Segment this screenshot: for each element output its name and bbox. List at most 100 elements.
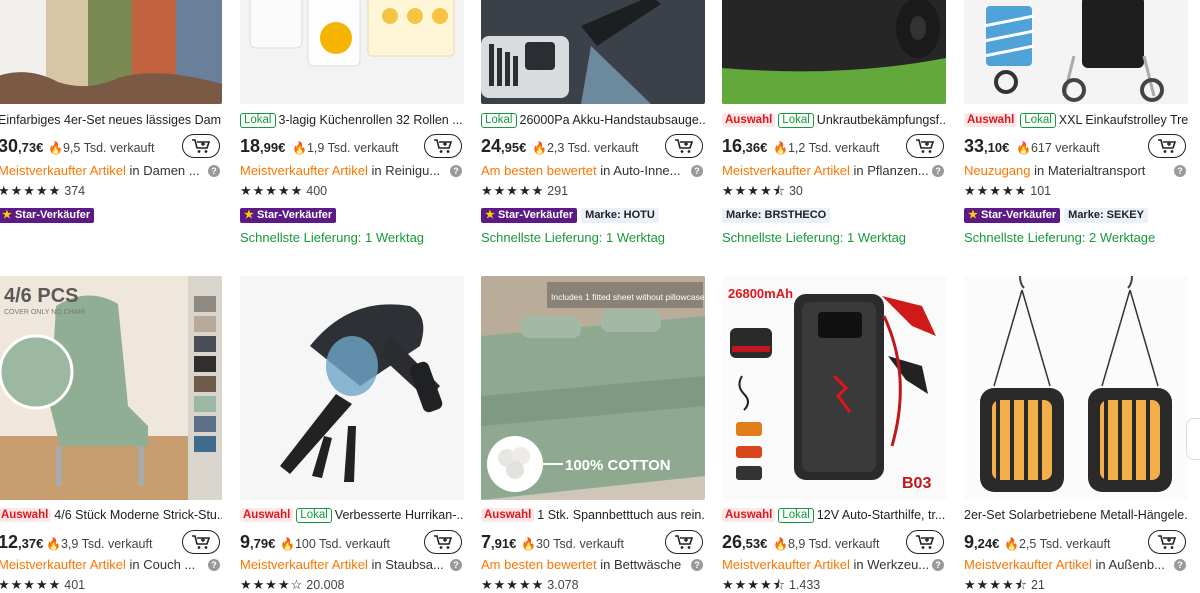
sold-count: 🔥8,9 Tsd. verkauft	[773, 537, 880, 551]
product-image[interactable]	[0, 0, 222, 104]
cart-icon	[434, 139, 453, 153]
image-text: 100% COTTON	[565, 457, 671, 474]
product-image[interactable]	[240, 0, 464, 104]
product-title[interactable]: Auswahl Lokal XXL Einkaufstrolley Tre...	[964, 111, 1188, 129]
add-to-cart-button[interactable]	[1148, 530, 1186, 554]
info-icon[interactable]: ?	[208, 559, 220, 571]
sold-count: 🔥617 verkauft	[1016, 141, 1100, 155]
price: 18,99€	[240, 136, 286, 156]
cart-icon	[675, 139, 694, 153]
add-to-cart-button[interactable]	[906, 530, 944, 554]
add-to-cart-button[interactable]	[424, 530, 462, 554]
price: 33,10€	[964, 136, 1010, 156]
category-row[interactable]: Am besten bewertet in Auto-Inne...?	[481, 162, 705, 180]
add-to-cart-button[interactable]	[182, 134, 220, 158]
local-tag: Lokal	[778, 508, 814, 523]
price: 12,37€	[0, 532, 44, 552]
rating: ★★★★☆ 20.008	[240, 577, 345, 592]
add-to-cart-button[interactable]	[665, 530, 703, 554]
image-subtext: COVER ONLY NO CHAIR	[4, 309, 85, 316]
info-icon[interactable]: ?	[932, 559, 944, 571]
star-seller-badge: ★ Star-Verkäufer	[964, 208, 1061, 223]
category-row[interactable]: Am besten bewertet in Bettwäsche?	[481, 556, 705, 574]
product-image[interactable]	[481, 0, 705, 104]
rating: ★★★★⯪ 1.433	[722, 577, 821, 592]
product-title[interactable]: Auswahl 1 Stk. Spannbetttuch aus rein...	[481, 506, 705, 524]
side-scroll-handle[interactable]	[1186, 418, 1200, 460]
local-tag: Lokal	[240, 113, 276, 128]
add-to-cart-button[interactable]	[424, 134, 462, 158]
category-row[interactable]: Neuzugang in Materialtransport?	[964, 162, 1188, 180]
category-row[interactable]: Meistverkaufter Artikel in Couch ...?	[0, 556, 222, 574]
price: 30,73€	[0, 136, 44, 156]
product-image[interactable]	[240, 276, 464, 500]
cart-icon	[916, 535, 935, 549]
choice-tag: Auswahl	[0, 508, 52, 522]
category-row[interactable]: Meistverkaufter Artikel in Pflanzen...?	[722, 162, 946, 180]
price: 9,79€	[240, 532, 276, 552]
star-seller-badge: ★ Star-Verkäufer	[481, 208, 578, 223]
flame-icon: 🔥	[532, 141, 547, 155]
price: 16,36€	[722, 136, 768, 156]
info-icon[interactable]: ?	[691, 559, 703, 571]
product-image[interactable]: 26800mAh B03	[722, 276, 946, 500]
local-tag: Lokal	[778, 113, 814, 128]
rating: ★★★★★ 400	[240, 183, 328, 198]
sold-count: 🔥1,9 Tsd. verkauft	[292, 141, 399, 155]
delivery-info: Schnellste Lieferung: 1 Werktag	[481, 230, 666, 245]
flame-icon: 🔥	[292, 141, 307, 155]
category-row[interactable]: Meistverkaufter Artikel in Außenb...?	[964, 556, 1188, 574]
product-image[interactable]: 100% COTTON Includes 1 fitted sheet with…	[481, 276, 705, 500]
badges: ★ Star-Verkäufer Marke: SEKEY	[964, 205, 1148, 223]
cart-icon	[434, 535, 453, 549]
price-row: 16,36€ 🔥1,2 Tsd. verkauft	[722, 134, 946, 162]
info-icon[interactable]: ?	[450, 559, 462, 571]
product-title[interactable]: Lokal 3-lagig Küchenrollen 32 Rollen ...	[240, 111, 464, 129]
star-seller-badge: ★ Star-Verkäufer	[0, 208, 95, 223]
cart-icon	[1158, 139, 1177, 153]
product-title[interactable]: Auswahl Lokal Unkrautbekämpfungsf...	[722, 111, 946, 129]
product-title[interactable]: Auswahl Lokal 12V Auto-Starthilfe, tr...	[722, 506, 946, 524]
flame-icon: 🔥	[46, 537, 61, 551]
product-title[interactable]: Lokal 26000Pa Akku-Handstaubsauge...	[481, 111, 705, 129]
price-row: 33,10€ 🔥617 verkauft	[964, 134, 1188, 162]
price-row: 26,53€ 🔥8,9 Tsd. verkauft	[722, 530, 946, 558]
add-to-cart-button[interactable]	[1148, 134, 1186, 158]
price: 26,53€	[722, 532, 768, 552]
category-row[interactable]: Meistverkaufter Artikel in Damen ...?	[0, 162, 222, 180]
product-image[interactable]	[964, 276, 1188, 500]
add-to-cart-button[interactable]	[182, 530, 220, 554]
rating: ★★★★⯪ 30	[722, 183, 803, 198]
product-image[interactable]	[722, 0, 946, 104]
category-row[interactable]: Meistverkaufter Artikel in Staubsa...?	[240, 556, 464, 574]
info-icon[interactable]: ?	[932, 165, 944, 177]
category-row[interactable]: Meistverkaufter Artikel in Reinigu...?	[240, 162, 464, 180]
sold-count: 🔥2,3 Tsd. verkauft	[532, 141, 639, 155]
badges: ★ Star-Verkäufer	[240, 205, 340, 223]
info-icon[interactable]: ?	[1174, 559, 1186, 571]
category-row[interactable]: Meistverkaufter Artikel in Werkzeu...?	[722, 556, 946, 574]
flame-icon: 🔥	[1004, 537, 1019, 551]
product-title[interactable]: Auswahl Lokal Verbesserte Hurrikan-...	[240, 506, 464, 524]
price-row: 24,95€ 🔥2,3 Tsd. verkauft	[481, 134, 705, 162]
local-tag: Lokal	[1020, 113, 1056, 128]
info-icon[interactable]: ?	[208, 165, 220, 177]
info-icon[interactable]: ?	[450, 165, 462, 177]
product-image[interactable]: 4/6 PCS COVER ONLY NO CHAIR	[0, 276, 222, 500]
badges: ★ Star-Verkäufer	[0, 205, 98, 223]
info-icon[interactable]: ?	[691, 165, 703, 177]
product-title[interactable]: Auswahl 4/6 Stück Moderne Strick-Stu...	[0, 506, 222, 524]
brand-badge: Marke: HOTU	[581, 208, 659, 223]
choice-tag: Auswahl	[722, 508, 776, 522]
flame-icon: 🔥	[773, 537, 788, 551]
product-image[interactable]	[964, 0, 1188, 104]
rating: ★★★★★ 401	[0, 577, 86, 592]
local-tag: Lokal	[481, 113, 517, 128]
product-title[interactable]: Einfarbiges 4er-Set neues lässiges Dam..…	[0, 111, 222, 129]
flame-icon: 🔥	[521, 537, 536, 551]
add-to-cart-button[interactable]	[665, 134, 703, 158]
brand-badge: Marke: SEKEY	[1064, 208, 1148, 223]
info-icon[interactable]: ?	[1174, 165, 1186, 177]
product-title[interactable]: 2er-Set Solarbetriebene Metall-Hängele..…	[964, 506, 1188, 524]
add-to-cart-button[interactable]	[906, 134, 944, 158]
